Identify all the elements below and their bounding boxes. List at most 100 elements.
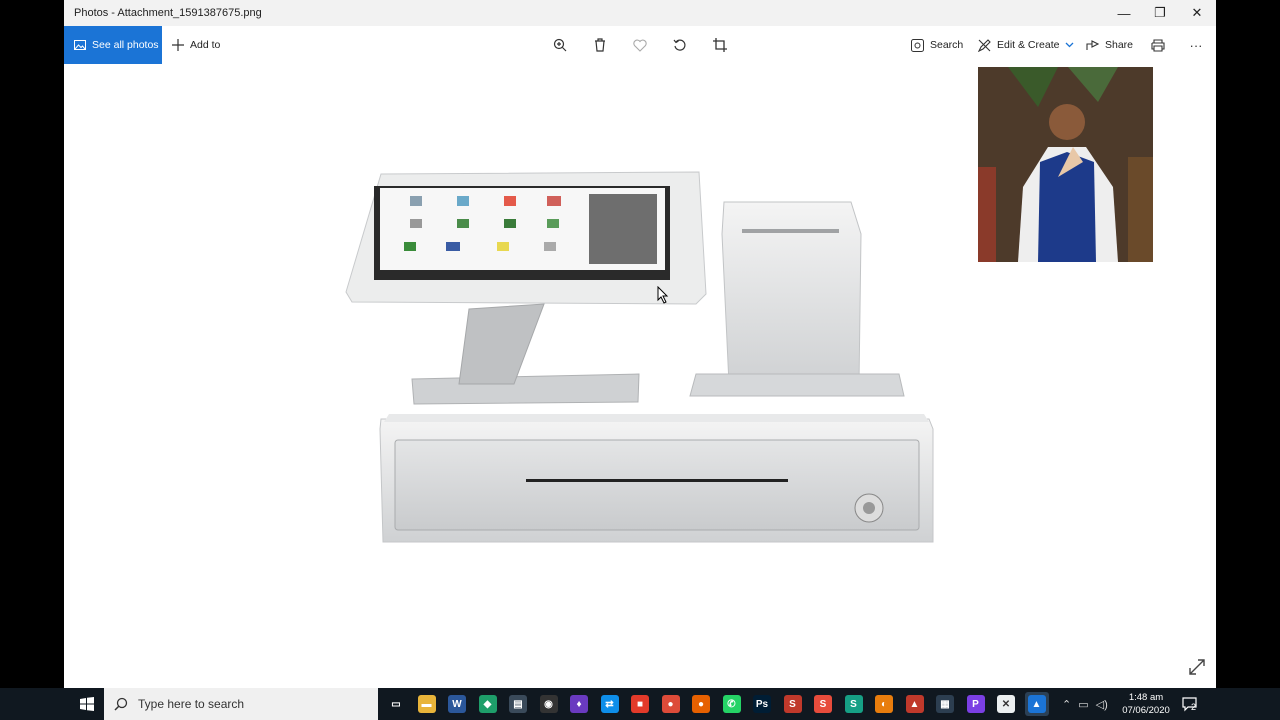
chrome-glyph: ● xyxy=(661,695,680,713)
app-blue-grid-glyph: ▦ xyxy=(936,695,954,713)
system-tray: ⌃ ▭ ◁) xyxy=(1062,688,1108,720)
notification-icon xyxy=(1182,697,1197,712)
favorite-button[interactable] xyxy=(630,35,650,55)
add-to-button[interactable]: Add to xyxy=(172,26,220,64)
taskbar-word-icon[interactable]: W xyxy=(445,692,469,716)
obs-glyph: ◉ xyxy=(539,695,558,713)
taskbar-photoshop-icon[interactable]: Ps xyxy=(750,692,774,716)
taskbar-blender-icon[interactable]: ◐ xyxy=(872,692,896,716)
word-glyph: W xyxy=(448,695,466,713)
edit-icon xyxy=(978,38,991,52)
window-title: Photos - Attachment_1591387675.png xyxy=(74,7,262,19)
sketchup-glyph: ▲ xyxy=(905,695,924,713)
taskbar-app-purple-icon[interactable]: ♦ xyxy=(567,692,591,716)
rotate-button[interactable] xyxy=(670,35,690,55)
taskbar-app-blue-grid-icon[interactable]: ▦ xyxy=(933,692,957,716)
close-icon: ✕ xyxy=(1191,5,1203,20)
search-button[interactable]: Search xyxy=(911,26,963,64)
search-icon xyxy=(114,697,128,711)
app-purple-2-glyph: P xyxy=(966,695,985,713)
firefox-glyph: ● xyxy=(692,695,710,713)
expand-icon[interactable] xyxy=(1188,658,1206,676)
action-center-button[interactable]: 2 xyxy=(1180,694,1200,714)
taskbar-app-purple-2-icon[interactable]: P xyxy=(964,692,988,716)
taskbar-search-box[interactable]: Type here to search xyxy=(104,688,378,720)
taskbar-app-red-3-icon[interactable]: S xyxy=(811,692,835,716)
tray-overflow-chevron-icon[interactable]: ⌃ xyxy=(1062,698,1071,711)
close-button[interactable]: ✕ xyxy=(1179,0,1215,26)
photoshop-glyph: Ps xyxy=(753,695,771,713)
person-portrait-photo xyxy=(978,67,1153,262)
taskbar-file-explorer-icon[interactable]: ▬ xyxy=(415,692,439,716)
rotate-icon xyxy=(673,39,686,51)
share-label: Share xyxy=(1105,39,1134,51)
crop-button[interactable] xyxy=(710,35,730,55)
taskbar: Type here to search ▭ ▬ W ◆ ▤ ◉ ♦ ⇄ ■ ● ● ✆ Ps S S S ◐ ▲ ▦… xyxy=(0,688,1280,720)
network-icon[interactable]: ▭ xyxy=(1078,698,1088,711)
teamviewer-glyph: ⇄ xyxy=(600,695,619,713)
crop-icon xyxy=(713,38,727,52)
photo-icon xyxy=(74,40,86,50)
edit-create-label: Edit & Create xyxy=(997,39,1060,51)
print-icon xyxy=(1151,38,1165,52)
start-button[interactable] xyxy=(70,688,104,720)
taskbar-task-view-icon[interactable]: ▭ xyxy=(384,692,408,716)
share-button[interactable]: Share xyxy=(1086,26,1133,64)
app-notes-glyph: ▤ xyxy=(509,695,527,713)
edit-create-button[interactable]: Edit & Create xyxy=(978,26,1074,64)
taskbar-app-green-icon[interactable]: ◆ xyxy=(476,692,500,716)
app-crossed-glyph: ✕ xyxy=(997,695,1015,713)
windows-logo-icon xyxy=(80,697,94,711)
volume-icon[interactable]: ◁) xyxy=(1096,698,1108,711)
system-clock[interactable]: 1:48 am 07/06/2020 xyxy=(1118,691,1174,717)
taskbar-chrome-icon[interactable]: ● xyxy=(659,692,683,716)
taskbar-firefox-icon[interactable]: ● xyxy=(689,692,713,716)
search-placeholder: Type here to search xyxy=(138,697,245,711)
plus-icon xyxy=(172,39,184,51)
taskbar-sketchup-icon[interactable]: ▲ xyxy=(903,692,927,716)
taskbar-teamviewer-icon[interactable]: ⇄ xyxy=(598,692,622,716)
maximize-button[interactable]: ❐ xyxy=(1142,0,1178,26)
see-all-photos-button[interactable]: See all photos xyxy=(64,26,162,64)
photos-app-window: Photos - Attachment_1591387675.png — ❐ ✕… xyxy=(64,0,1216,688)
photo-viewer[interactable] xyxy=(64,64,1216,688)
taskbar-app-crossed-icon[interactable]: ✕ xyxy=(994,692,1018,716)
taskbar-obs-icon[interactable]: ◉ xyxy=(537,692,561,716)
search-label: Search xyxy=(930,39,964,51)
app-purple-glyph: ♦ xyxy=(570,695,588,713)
minimize-icon: — xyxy=(1117,5,1131,21)
more-icon: ··· xyxy=(1189,37,1203,53)
app-red-3-glyph: S xyxy=(814,695,832,713)
taskbar-whatsapp-icon[interactable]: ✆ xyxy=(720,692,744,716)
zoom-button[interactable] xyxy=(550,35,570,55)
mouse-cursor-icon xyxy=(657,286,669,304)
photos-glyph: ▲ xyxy=(1027,695,1046,713)
app-green-glyph: ◆ xyxy=(478,695,497,713)
title-bar: Photos - Attachment_1591387675.png — ❐ ✕ xyxy=(64,0,1216,26)
app-red-glyph: ■ xyxy=(631,695,649,713)
person-silhouette xyxy=(978,67,1153,262)
trash-icon xyxy=(595,38,605,52)
taskbar-app-red-2-icon[interactable]: S xyxy=(781,692,805,716)
more-button[interactable]: ··· xyxy=(1186,35,1206,55)
chevron-down-icon xyxy=(1065,42,1074,48)
taskbar-app-teal-icon[interactable]: S xyxy=(842,692,866,716)
app-red-2-glyph: S xyxy=(783,695,802,713)
print-button[interactable] xyxy=(1148,35,1168,55)
task-view-glyph: ▭ xyxy=(387,695,405,713)
taskbar-app-red-icon[interactable]: ■ xyxy=(628,692,652,716)
notification-count: 2 xyxy=(1191,702,1197,712)
see-all-label: See all photos xyxy=(92,39,159,51)
minimize-button[interactable]: — xyxy=(1106,0,1142,26)
search-image-icon xyxy=(911,38,924,52)
delete-button[interactable] xyxy=(590,35,610,55)
command-bar: See all photos Add to Search Edit & Crea… xyxy=(64,26,1216,64)
clock-date: 07/06/2020 xyxy=(1122,705,1170,716)
taskbar-photos-icon[interactable]: ▲ xyxy=(1024,692,1049,716)
file-explorer-glyph: ▬ xyxy=(417,695,436,713)
app-teal-glyph: S xyxy=(844,695,863,713)
pos-terminal-illustration xyxy=(345,171,934,543)
whatsapp-glyph: ✆ xyxy=(722,695,741,713)
taskbar-app-notes-icon[interactable]: ▤ xyxy=(506,692,530,716)
share-icon xyxy=(1086,40,1099,50)
